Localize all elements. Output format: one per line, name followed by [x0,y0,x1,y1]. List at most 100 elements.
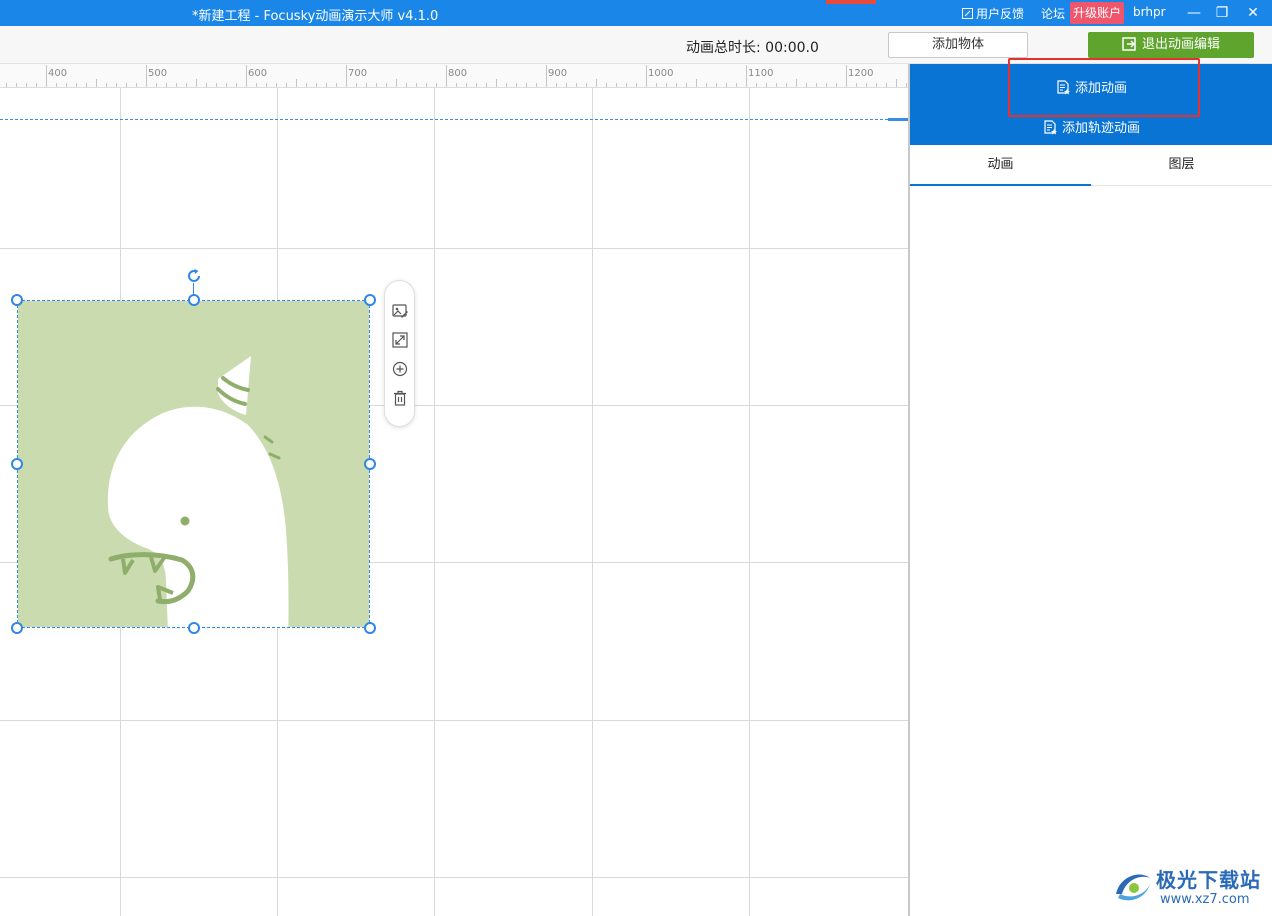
ruler-minor-tick [296,79,297,87]
ruler-minor-tick [506,83,507,87]
ruler-minor-tick [206,83,207,87]
ruler-major-tick [846,65,847,87]
ruler-minor-tick [266,83,267,87]
ruler-minor-tick [316,83,317,87]
ruler-minor-tick [456,83,457,87]
ruler-minor-tick [806,83,807,87]
highlight-annotation [1008,58,1200,117]
editing-canvas[interactable] [0,88,910,916]
add-path-animation-button[interactable]: 添加轨迹动画 [1044,117,1140,136]
object-floating-toolbar [384,280,415,427]
grid-line [0,877,910,878]
ruler-minor-tick [766,83,767,87]
watermark-logo-icon [1116,874,1150,901]
ruler-minor-tick [716,83,717,87]
grid-line [0,720,910,721]
ruler-minor-tick [116,83,117,87]
forum-link[interactable]: 论坛 [1041,5,1065,22]
ruler-minor-tick [856,83,857,87]
ruler-major-tick [46,65,47,87]
restore-button[interactable]: ❐ [1211,3,1233,23]
ruler-minor-tick [756,83,757,87]
resize-handle-top[interactable] [188,294,200,306]
ruler-minor-tick [26,83,27,87]
exit-edit-label: 退出动画编辑 [1141,37,1220,52]
watermark-text: 极光下载站 [1156,868,1261,892]
ruler-minor-tick [706,83,707,87]
ruler-minor-tick [726,83,727,87]
exit-animation-edit-button[interactable]: 退出动画编辑 [1088,32,1254,58]
ruler-label: 700 [348,68,368,79]
watermark-url: www.xz7.com [1160,892,1250,907]
ruler-minor-tick [516,83,517,87]
ruler-major-tick [546,65,547,87]
ruler-minor-tick [586,83,587,87]
ruler-minor-tick [606,83,607,87]
resize-handle-bottom-right[interactable] [364,622,376,634]
resize-handle-bottom-left[interactable] [11,622,23,634]
ruler-label: 1100 [748,68,774,79]
edit-image-icon[interactable] [391,302,409,320]
ruler-minor-tick [796,79,797,87]
ruler-minor-tick [106,83,107,87]
minimize-button[interactable]: — [1183,3,1205,23]
username[interactable]: brhpr [1133,5,1166,19]
grid-line [749,88,750,916]
horizontal-ruler: 400 500 600 700 800 900 1000 1100 1200 [0,64,910,88]
resize-handle-top-left[interactable] [11,294,23,306]
window-title: *新建工程 - Focusky动画演示大师 v4.1.0 [192,9,439,24]
total-duration: 动画总时长: 00:00.0 [686,40,819,56]
upgrade-account-button[interactable]: 升级账户 [1070,2,1125,24]
ruler-minor-tick [96,79,97,87]
ruler-label: 1200 [848,68,874,79]
ruler-minor-tick [426,83,427,87]
animation-panel: 添加动画 添加轨迹动画 动画 图层 [910,58,1272,916]
ruler-minor-tick [156,83,157,87]
grid-line [434,88,435,916]
ruler-minor-tick [536,83,537,87]
add-icon[interactable] [391,360,409,378]
ruler-minor-tick [596,79,597,87]
ruler-minor-tick [416,83,417,87]
ruler-label: 900 [548,68,568,79]
feedback-link[interactable]: 用户反馈 [962,5,1024,22]
resize-handle-bottom[interactable] [188,622,200,634]
rotate-icon[interactable] [185,267,203,285]
grid-line [592,88,593,916]
resize-icon[interactable] [391,331,409,349]
ruler-minor-tick [366,83,367,87]
resize-handle-top-right[interactable] [364,294,376,306]
ruler-minor-tick [666,83,667,87]
ruler-label: 400 [48,68,68,79]
ruler-minor-tick [286,83,287,87]
resize-handle-left[interactable] [11,458,23,470]
site-watermark: 极光下载站 www.xz7.com [1110,860,1270,912]
ruler-minor-tick [236,83,237,87]
ruler-minor-tick [126,83,127,87]
ruler-minor-tick [816,83,817,87]
ruler-minor-tick [616,83,617,87]
ruler-minor-tick [696,79,697,87]
tab-layers[interactable]: 图层 [1091,145,1272,186]
ruler-minor-tick [386,83,387,87]
title-bar: *新建工程 - Focusky动画演示大师 v4.1.0 用户反馈 论坛 升级账… [0,0,1272,26]
tab-animation[interactable]: 动画 [910,145,1091,186]
ruler-minor-tick [556,83,557,87]
ruler-major-tick [746,65,747,87]
resize-handle-right[interactable] [364,458,376,470]
ruler-minor-tick [776,83,777,87]
panel-tabs: 动画 图层 [910,145,1272,186]
ruler-minor-tick [136,83,137,87]
ruler-minor-tick [276,83,277,87]
delete-icon[interactable] [391,389,409,407]
ruler-minor-tick [76,83,77,87]
ruler-minor-tick [896,79,897,87]
panel-header: 添加动画 添加轨迹动画 [910,58,1272,145]
guide-handle[interactable] [888,118,910,121]
ruler-minor-tick [326,83,327,87]
close-button[interactable]: ✕ [1242,3,1264,23]
ruler-minor-tick [486,83,487,87]
ruler-minor-tick [526,83,527,87]
add-object-button[interactable]: 添加物体 [888,32,1028,58]
add-path-animation-label: 添加轨迹动画 [1062,121,1141,136]
